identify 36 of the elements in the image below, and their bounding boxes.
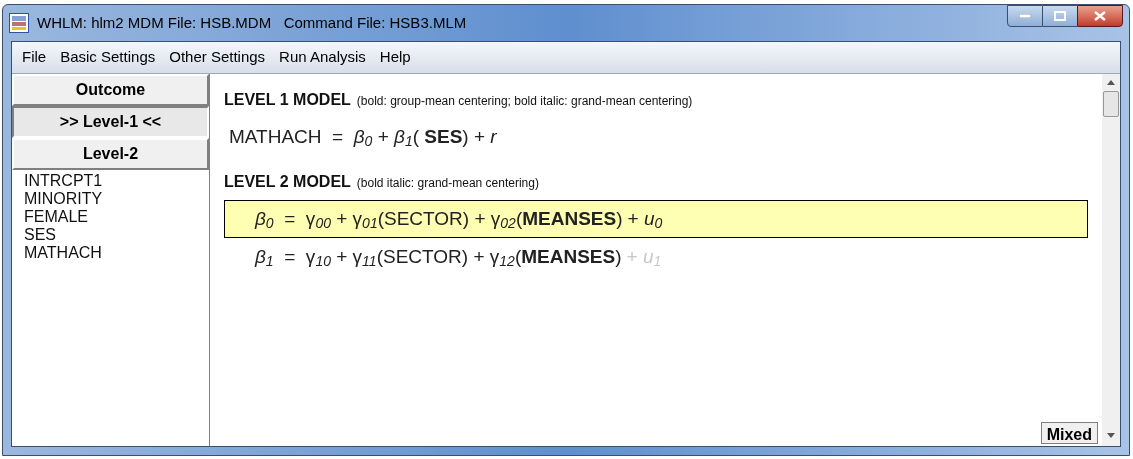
equation-row[interactable]: β$_{0}$ = γ$_{00}$ + γ$_{01}$(SECTOR) + γ$_{02}$(MEANSES) + u$_{0}$ bbox=[224, 200, 1088, 238]
variable-item[interactable]: MATHACH bbox=[24, 244, 209, 262]
close-button[interactable] bbox=[1077, 5, 1123, 27]
equation: MATHACH = β$_{0}$ + β$_{1}$( SES) + r bbox=[229, 124, 497, 151]
random-effect-term[interactable]: + u$_{0}$ bbox=[627, 204, 663, 234]
menu-item[interactable]: Basic Settings bbox=[60, 46, 156, 69]
equation-row[interactable]: MATHACH = β$_{0}$ + β$_{1}$( SES) + r bbox=[224, 118, 1088, 156]
scroll-thumb[interactable] bbox=[1103, 91, 1119, 117]
minimize-icon bbox=[1019, 14, 1031, 18]
maximize-icon bbox=[1054, 11, 1066, 21]
level-button[interactable]: >> Level-1 << bbox=[12, 106, 209, 138]
scroll-up-icon[interactable] bbox=[1107, 80, 1115, 85]
equation: β$_{0}$ = γ$_{00}$ + γ$_{01}$(SECTOR) + γ$_{02}$(MEANSES) bbox=[255, 206, 623, 233]
menu-item[interactable]: Run Analysis bbox=[279, 46, 366, 69]
menu-item[interactable]: Help bbox=[379, 46, 411, 69]
level-button[interactable]: Outcome bbox=[12, 74, 209, 106]
variable-item[interactable]: INTRCPT1 bbox=[24, 172, 209, 190]
variable-item[interactable]: SES bbox=[24, 226, 209, 244]
centering-note: (bold italic: grand-mean centering) bbox=[356, 175, 539, 192]
variable-item[interactable]: MINORITY bbox=[24, 190, 209, 208]
app-logo-icon bbox=[9, 13, 29, 33]
scroll-down-icon[interactable] bbox=[1107, 433, 1115, 438]
scrollbar[interactable] bbox=[1102, 74, 1120, 446]
model-heading: LEVEL 1 MODEL bbox=[224, 90, 351, 110]
centering-note: (bold: group-mean centering; bold italic: grand-mean centering) bbox=[356, 93, 693, 110]
menu-item[interactable]: Other Settings bbox=[169, 46, 266, 69]
equation: β$_{1}$ = γ$_{10}$ + γ$_{11}$(SECTOR) + γ$_{12}$(MEANSES) bbox=[255, 244, 622, 271]
menu-item[interactable]: File bbox=[22, 46, 47, 69]
maximize-button[interactable] bbox=[1043, 5, 1077, 27]
minimize-button[interactable] bbox=[1007, 5, 1043, 27]
model-heading: LEVEL 2 MODEL bbox=[224, 172, 351, 192]
variable-item[interactable]: FEMALE bbox=[24, 208, 209, 226]
mixed-button[interactable]: Mixed bbox=[1040, 422, 1098, 444]
level-button[interactable]: Level-2 bbox=[12, 138, 209, 170]
window-title: WHLM: hlm2 MDM File: HSB.MDM Command File: HSB3.MLM bbox=[37, 12, 467, 33]
close-icon bbox=[1094, 11, 1106, 21]
